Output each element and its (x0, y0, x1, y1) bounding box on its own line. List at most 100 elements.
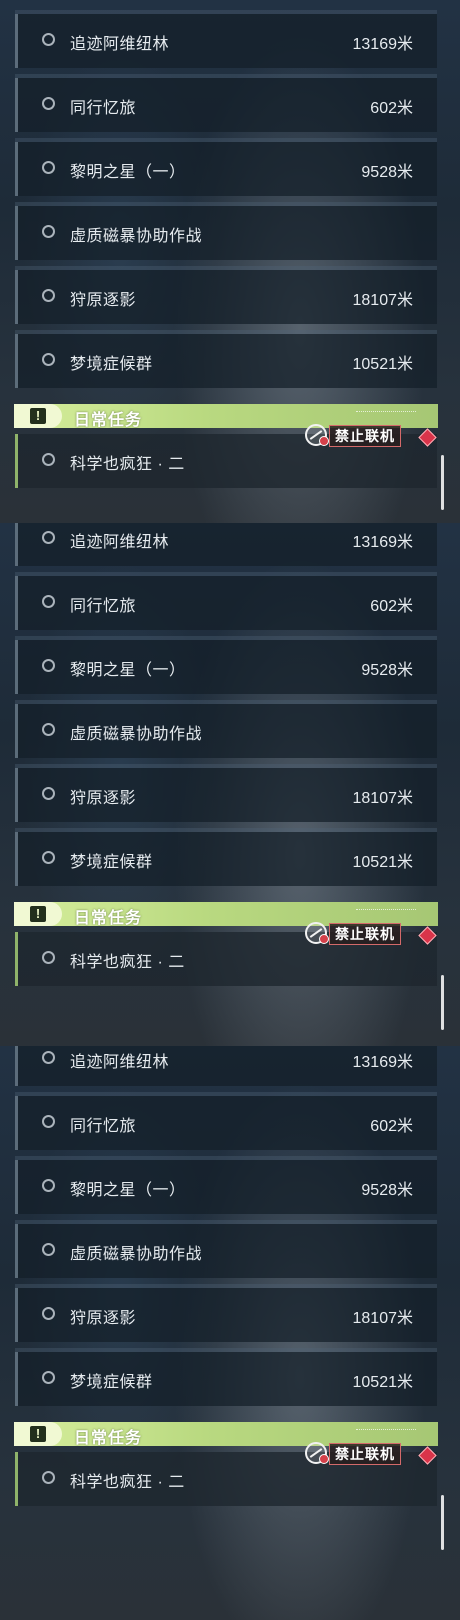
quest-name: 狩原逐影 (70, 292, 137, 309)
quest-row[interactable]: 黎明之星（一） 9528米 (15, 640, 437, 694)
radio-circle-icon[interactable] (42, 33, 55, 46)
quest-name: 黎明之星（一） (70, 662, 186, 679)
quest-name: 同行忆旅 (70, 100, 137, 117)
quest-row[interactable]: 追迹阿维纽林 13169米 (15, 14, 437, 68)
multiplayer-disabled-badge: 禁止联机 (305, 424, 403, 448)
quest-row[interactable]: 狩原逐影 18107米 (15, 270, 437, 324)
radio-circle-icon[interactable] (42, 453, 55, 466)
quest-distance: 602米 (370, 598, 413, 615)
radio-circle-icon[interactable] (42, 289, 55, 302)
multiplayer-disabled-badge: 禁止联机 (305, 1442, 403, 1466)
radio-circle-icon[interactable] (42, 1179, 55, 1192)
scrollbar[interactable] (441, 1495, 444, 1550)
quest-name: 狩原逐影 (70, 790, 137, 807)
radio-circle-icon[interactable] (42, 851, 55, 864)
quest-row[interactable]: 同行忆旅 602米 (15, 78, 437, 132)
quest-distance: 13169米 (352, 1054, 414, 1071)
quest-panel: 追迹阿维纽林 13169米同行忆旅 602米黎明之星（一） 9528米虚质磁暴协助作战… (0, 0, 460, 523)
quest-list-screenshot: 追迹阿维纽林 13169米 同行忆旅 602米 黎明之星（一） 9528米 虚质磁暴协助作战… (0, 0, 460, 1620)
quest-name: 科学也疯狂 · 二 (70, 456, 185, 473)
radio-circle-icon[interactable] (42, 595, 55, 608)
quest-name: 虚质磁暴协助作战 (70, 1246, 203, 1263)
exclamation-icon: ! (30, 408, 46, 424)
quest-distance: 602米 (370, 100, 413, 117)
section-title: 日常任务 (74, 910, 143, 927)
scrollbar[interactable] (441, 455, 444, 510)
radio-circle-icon[interactable] (42, 1307, 55, 1320)
quest-name: 梦境症候群 (70, 1374, 153, 1391)
section-title: 日常任务 (74, 1430, 143, 1447)
quest-row[interactable]: 梦境症候群 10521米 (15, 1352, 437, 1406)
quest-panel: 追迹阿维纽林 13169米同行忆旅 602米黎明之星（一） 9528米虚质磁暴协助作战… (0, 1046, 460, 1620)
section-badge: ! (14, 404, 62, 428)
quest-name: 同行忆旅 (70, 1118, 137, 1135)
quest-distance: 18107米 (352, 292, 414, 309)
radio-circle-icon[interactable] (42, 787, 55, 800)
quest-distance: 13169米 (352, 36, 414, 53)
quest-row[interactable]: 追迹阿维纽林 13169米 (15, 523, 437, 566)
exclamation-icon: ! (30, 906, 46, 922)
quest-row[interactable]: 狩原逐影 18107米 (15, 1288, 437, 1342)
quest-row[interactable]: 虚质磁暴协助作战 (15, 206, 437, 260)
quest-name: 黎明之星（一） (70, 1182, 186, 1199)
quest-row[interactable]: 虚质磁暴协助作战 (15, 1224, 437, 1278)
quest-name: 科学也疯狂 · 二 (70, 1474, 185, 1491)
quest-name: 同行忆旅 (70, 598, 137, 615)
radio-circle-icon[interactable] (42, 97, 55, 110)
scrollbar[interactable] (441, 975, 444, 1030)
radio-circle-icon[interactable] (42, 225, 55, 238)
quest-name: 追迹阿维纽林 (70, 534, 170, 551)
quest-row[interactable]: 黎明之星（一） 9528米 (15, 1160, 437, 1214)
quest-row[interactable]: 梦境症候群 10521米 (15, 832, 437, 886)
quest-row[interactable]: 虚质磁暴协助作战 (15, 704, 437, 758)
section-badge: ! (14, 1422, 62, 1446)
header-decoration (356, 909, 416, 912)
multiplayer-disabled-label: 禁止联机 (329, 923, 401, 945)
radio-circle-icon[interactable] (42, 1371, 55, 1384)
quest-name: 狩原逐影 (70, 1310, 137, 1327)
header-decoration (356, 1429, 416, 1432)
quest-name: 虚质磁暴协助作战 (70, 726, 203, 743)
section-title: 日常任务 (74, 412, 143, 429)
quest-distance: 18107米 (352, 790, 414, 807)
radio-circle-icon[interactable] (42, 1471, 55, 1484)
quest-name: 黎明之星（一） (70, 164, 186, 181)
quest-distance: 13169米 (352, 534, 414, 551)
radio-circle-icon[interactable] (42, 723, 55, 736)
quest-name: 梦境症候群 (70, 356, 153, 373)
radio-circle-icon[interactable] (42, 1051, 55, 1064)
radio-circle-icon[interactable] (42, 1115, 55, 1128)
quest-distance: 10521米 (352, 356, 414, 373)
radio-circle-icon[interactable] (42, 531, 55, 544)
section-badge: ! (14, 902, 62, 926)
quest-name: 虚质磁暴协助作战 (70, 228, 203, 245)
header-decoration (356, 411, 416, 414)
forbid-icon (319, 436, 329, 446)
radio-circle-icon[interactable] (42, 659, 55, 672)
quest-row[interactable]: 梦境症候群 10521米 (15, 334, 437, 388)
multiplayer-disabled-label: 禁止联机 (329, 1443, 401, 1465)
quest-row[interactable]: 狩原逐影 18107米 (15, 768, 437, 822)
quest-row[interactable]: 追迹阿维纽林 13169米 (15, 1046, 437, 1086)
radio-circle-icon[interactable] (42, 353, 55, 366)
quest-panel: 追迹阿维纽林 13169米同行忆旅 602米黎明之星（一） 9528米虚质磁暴协助作战… (0, 523, 460, 1046)
quest-distance: 10521米 (352, 1374, 414, 1391)
radio-circle-icon[interactable] (42, 951, 55, 964)
multiplayer-disabled-badge: 禁止联机 (305, 922, 403, 946)
quest-name: 科学也疯狂 · 二 (70, 954, 185, 971)
forbid-icon (319, 1454, 329, 1464)
radio-circle-icon[interactable] (42, 161, 55, 174)
quest-row[interactable]: 同行忆旅 602米 (15, 576, 437, 630)
quest-name: 追迹阿维纽林 (70, 1054, 170, 1071)
radio-circle-icon[interactable] (42, 1243, 55, 1256)
quest-distance: 9528米 (361, 662, 413, 679)
quest-distance: 9528米 (361, 1182, 413, 1199)
forbid-icon (319, 934, 329, 944)
multiplayer-disabled-label: 禁止联机 (329, 425, 401, 447)
quest-name: 追迹阿维纽林 (70, 36, 170, 53)
quest-name: 梦境症候群 (70, 854, 153, 871)
quest-distance: 9528米 (361, 164, 413, 181)
quest-row[interactable]: 黎明之星（一） 9528米 (15, 142, 437, 196)
quest-row[interactable]: 同行忆旅 602米 (15, 1096, 437, 1150)
exclamation-icon: ! (30, 1426, 46, 1442)
